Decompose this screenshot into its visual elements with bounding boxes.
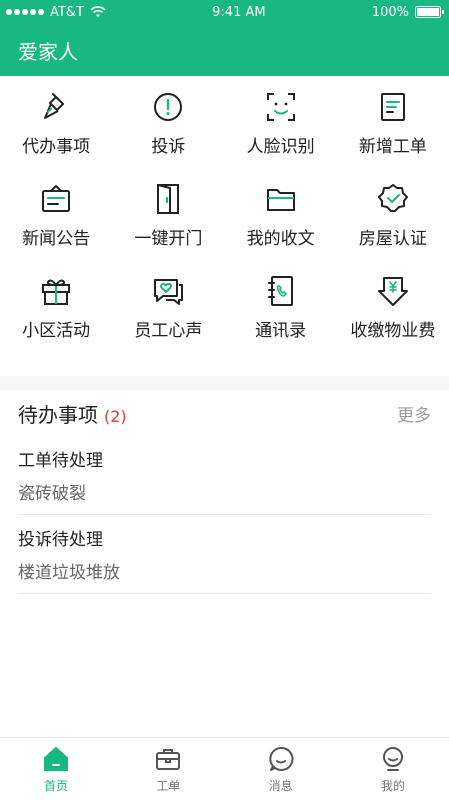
broom-icon bbox=[44, 93, 65, 119]
status-bar: AT&T 9:41 AM 100% bbox=[0, 0, 449, 24]
tile-contacts[interactable]: 通讯录 bbox=[225, 274, 337, 366]
tab-me[interactable]: 我的 bbox=[337, 738, 449, 800]
user-icon bbox=[382, 746, 403, 771]
tile-employee-voice[interactable]: 员工心声 bbox=[112, 274, 224, 366]
tile-news[interactable]: 新闻公告 bbox=[0, 182, 112, 274]
battery-icon bbox=[414, 6, 444, 18]
door-icon bbox=[157, 184, 180, 214]
carrier-label: AT&T bbox=[50, 4, 84, 20]
more-link[interactable]: 更多 bbox=[397, 401, 431, 426]
tab-label: 消息 bbox=[268, 778, 293, 793]
tile-label: 投诉 bbox=[151, 137, 186, 157]
message-icon bbox=[268, 746, 294, 771]
tab-work-orders[interactable]: 工单 bbox=[112, 738, 224, 800]
tile-label: 新闻公告 bbox=[22, 229, 91, 249]
tab-bar: 首页 工单 消息 我的 bbox=[0, 737, 449, 800]
top-bar: AT&T 9:41 AM 100% 爱家人 bbox=[0, 0, 449, 76]
status-time: 9:41 AM bbox=[212, 4, 266, 20]
battery-label: 100% bbox=[371, 4, 409, 20]
tab-label: 首页 bbox=[44, 778, 69, 793]
status-left: AT&T bbox=[6, 5, 106, 20]
todo-section: 待办事项 (2) 更多 工单待处理 瓷砖破裂 投诉待处理 楼道垃圾堆放 bbox=[0, 390, 449, 764]
gift-icon bbox=[42, 279, 71, 305]
tile-label: 通讯录 bbox=[255, 321, 307, 341]
tab-messages[interactable]: 消息 bbox=[225, 738, 337, 800]
todo-title-group: 待办事项 (2) bbox=[18, 399, 127, 428]
news-icon bbox=[42, 185, 71, 212]
tab-home[interactable]: 首页 bbox=[0, 738, 112, 800]
list-item-subtitle: 瓷砖破裂 bbox=[18, 484, 86, 504]
badge-icon bbox=[377, 184, 408, 212]
todo-title: 待办事项 bbox=[18, 402, 98, 427]
tile-label: 人脸识别 bbox=[246, 137, 315, 157]
wifi-icon bbox=[90, 6, 106, 17]
status-right: 100% bbox=[371, 4, 444, 20]
alert-icon bbox=[154, 93, 183, 121]
chat-heart-icon bbox=[154, 279, 184, 305]
tile-label: 房屋认证 bbox=[358, 229, 427, 249]
app-root: AT&T 9:41 AM 100% 爱家人 代办事项 投诉 人脸识别 新增工单 … bbox=[0, 0, 449, 800]
tile-complaint[interactable]: 投诉 bbox=[112, 90, 224, 182]
tile-open-door[interactable]: 一键开门 bbox=[112, 182, 224, 274]
folder-icon bbox=[266, 189, 295, 211]
briefcase-icon bbox=[156, 748, 181, 770]
tile-property-fees[interactable]: 收缴物业费 bbox=[337, 274, 449, 366]
contacts-icon bbox=[267, 276, 293, 306]
tile-label: 代办事项 bbox=[22, 137, 91, 157]
list-item-subtitle: 楼道垃圾堆放 bbox=[18, 563, 120, 583]
page-title: 爱家人 bbox=[18, 39, 78, 64]
payment-icon bbox=[377, 277, 408, 306]
tile-my-documents[interactable]: 我的收文 bbox=[225, 182, 337, 274]
list-item[interactable]: 投诉待处理 楼道垃圾堆放 bbox=[18, 515, 431, 594]
list-item[interactable]: 工单待处理 瓷砖破裂 bbox=[18, 436, 431, 515]
todo-header: 待办事项 (2) 更多 bbox=[0, 390, 449, 436]
new-order-icon bbox=[380, 93, 405, 121]
signal-icon bbox=[6, 9, 44, 15]
tile-label: 员工心声 bbox=[134, 321, 203, 341]
tile-label: 我的收文 bbox=[246, 229, 315, 249]
tile-label: 一键开门 bbox=[134, 229, 203, 249]
tile-house-certification[interactable]: 房屋认证 bbox=[337, 182, 449, 274]
tile-new-order[interactable]: 新增工单 bbox=[337, 90, 449, 182]
list-item-title: 投诉待处理 bbox=[18, 530, 103, 550]
tile-label: 新增工单 bbox=[358, 137, 427, 157]
feature-grid: 代办事项 投诉 人脸识别 新增工单 新闻公告 一键开门 我的收文 房屋认证 小区… bbox=[0, 76, 449, 376]
list-item-title: 工单待处理 bbox=[18, 451, 103, 471]
tab-label: 我的 bbox=[380, 778, 405, 793]
home-icon bbox=[44, 746, 69, 771]
face-scan-icon bbox=[266, 93, 295, 121]
tile-todo[interactable]: 代办事项 bbox=[0, 90, 112, 182]
todo-count-badge: (2) bbox=[104, 406, 127, 426]
tile-label: 收缴物业费 bbox=[350, 321, 436, 341]
tile-community-events[interactable]: 小区活动 bbox=[0, 274, 112, 366]
tile-face-recognition[interactable]: 人脸识别 bbox=[225, 90, 337, 182]
tab-label: 工单 bbox=[156, 778, 181, 793]
tile-label: 小区活动 bbox=[22, 321, 91, 341]
